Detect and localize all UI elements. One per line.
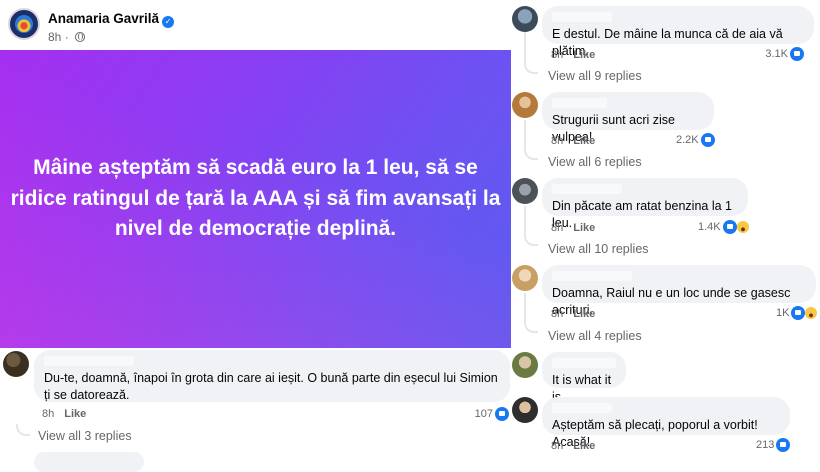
comment-bubble: Așteptăm să plecați, poporul a vorbit! A… bbox=[542, 397, 790, 449]
reaction-count: 1.4K bbox=[698, 221, 721, 233]
thread-connector bbox=[524, 321, 538, 333]
verified-badge-icon: ✓ bbox=[162, 16, 175, 28]
comment-meta: 8h Like bbox=[551, 135, 595, 147]
comment-time[interactable]: 8h bbox=[42, 408, 54, 420]
commenter-avatar[interactable] bbox=[512, 352, 538, 378]
like-button[interactable]: Like bbox=[573, 135, 595, 147]
view-replies-link[interactable]: View all 3 replies bbox=[38, 429, 132, 443]
post-image[interactable]: Mâine așteptăm să scadă euro la 1 leu, s… bbox=[0, 50, 511, 348]
haha-icon bbox=[735, 220, 750, 234]
commenter-name-redacted bbox=[552, 98, 607, 108]
comment-time[interactable]: 8h bbox=[551, 49, 563, 61]
commenter-avatar[interactable] bbox=[512, 92, 538, 118]
view-replies-link[interactable]: View all 10 replies bbox=[548, 242, 649, 256]
commenter-avatar[interactable] bbox=[512, 178, 538, 204]
reaction-count: 107 bbox=[474, 408, 493, 420]
comment-reactions[interactable]: 107 bbox=[475, 407, 509, 421]
comment-bubble: Du-te, doamnă, înapoi în grota din care … bbox=[34, 350, 510, 402]
comment-time[interactable]: 8h bbox=[551, 308, 563, 320]
haha-icon bbox=[804, 306, 819, 320]
comment-meta: 8h Like bbox=[551, 49, 595, 61]
reaction-count: 1K bbox=[776, 307, 790, 319]
like-icon bbox=[776, 438, 791, 452]
thread-connector bbox=[524, 234, 538, 246]
comment-meta: 8h Like bbox=[551, 222, 595, 234]
like-icon bbox=[495, 407, 509, 421]
partial-comment-bubble bbox=[34, 452, 144, 472]
thread-line bbox=[524, 120, 526, 148]
comment-reactions[interactable]: 2.2K bbox=[676, 133, 715, 147]
view-replies-link[interactable]: View all 4 replies bbox=[548, 329, 642, 343]
comment-time[interactable]: 8h bbox=[551, 135, 563, 147]
reaction-count: 2.2K bbox=[676, 134, 699, 146]
comment-reactions[interactable]: 1.4K bbox=[698, 220, 750, 234]
thread-connector bbox=[524, 62, 538, 74]
commenter-avatar[interactable] bbox=[512, 397, 538, 423]
globe-icon bbox=[75, 32, 86, 42]
reaction-count: 3.1K bbox=[765, 48, 788, 60]
comment-bubble: E destul. De mâine la munca că de aia vă… bbox=[542, 6, 814, 58]
commenter-avatar[interactable] bbox=[512, 6, 538, 32]
like-button[interactable]: Like bbox=[573, 308, 595, 320]
like-button[interactable]: Like bbox=[573, 222, 595, 234]
post-author[interactable]: Anamaria Gavrilă ✓ bbox=[48, 11, 175, 28]
thread-connector bbox=[524, 148, 538, 160]
comment-meta: 8h Like bbox=[42, 408, 86, 420]
post-author-name[interactable]: Anamaria Gavrilă bbox=[48, 11, 159, 26]
comment-bubble: Din păcate am ratat benzina la 1 leu. bbox=[542, 178, 748, 230]
like-button[interactable]: Like bbox=[64, 408, 86, 420]
post-meta: 8h · bbox=[48, 30, 86, 44]
comment-reactions[interactable]: 1K bbox=[776, 306, 819, 320]
like-icon bbox=[722, 220, 737, 234]
commenter-name-redacted bbox=[44, 356, 134, 366]
like-button[interactable]: Like bbox=[573, 49, 595, 61]
thread-connector bbox=[16, 424, 30, 436]
comment-time[interactable]: 8h bbox=[551, 222, 563, 234]
commenter-name-redacted bbox=[552, 12, 612, 22]
view-replies-link[interactable]: View all 9 replies bbox=[548, 69, 642, 83]
view-replies-link[interactable]: View all 6 replies bbox=[548, 155, 642, 169]
commenter-name-redacted bbox=[552, 358, 616, 368]
commenter-name-redacted bbox=[552, 184, 622, 194]
comment-text: Du-te, doamnă, înapoi în grota din care … bbox=[44, 371, 498, 402]
comment-bubble: Strugurii sunt acri zise vulpea! bbox=[542, 92, 714, 144]
comment-bubble: It is what it is bbox=[542, 352, 626, 404]
reaction-count: 213 bbox=[756, 439, 775, 451]
commenter-name-redacted bbox=[552, 271, 632, 281]
comment-reactions[interactable]: 3.1K bbox=[765, 47, 804, 61]
post-header: Anamaria Gavrilă ✓ 8h · bbox=[8, 8, 508, 48]
thread-line bbox=[524, 206, 526, 234]
like-button[interactable]: Like bbox=[573, 440, 595, 452]
comment-meta: 8h Like bbox=[551, 308, 595, 320]
thread-line bbox=[524, 293, 526, 321]
commenter-name-redacted bbox=[552, 403, 612, 413]
commenter-avatar[interactable] bbox=[3, 351, 29, 377]
comment-meta: 8h Like bbox=[551, 440, 595, 452]
like-icon bbox=[700, 133, 715, 147]
post-image-text: Mâine așteptăm să scadă euro la 1 leu, s… bbox=[10, 156, 501, 241]
like-icon bbox=[790, 47, 804, 61]
comment-bubble: Doamna, Raiul nu e un loc unde se gasesc… bbox=[542, 265, 816, 317]
like-icon bbox=[791, 306, 806, 320]
commenter-avatar[interactable] bbox=[512, 265, 538, 291]
thread-line bbox=[524, 32, 526, 62]
comment-time[interactable]: 8h bbox=[551, 440, 563, 452]
page-avatar[interactable] bbox=[8, 8, 40, 40]
post-time[interactable]: 8h bbox=[48, 30, 61, 44]
comment-reactions[interactable]: 213 bbox=[756, 438, 791, 452]
